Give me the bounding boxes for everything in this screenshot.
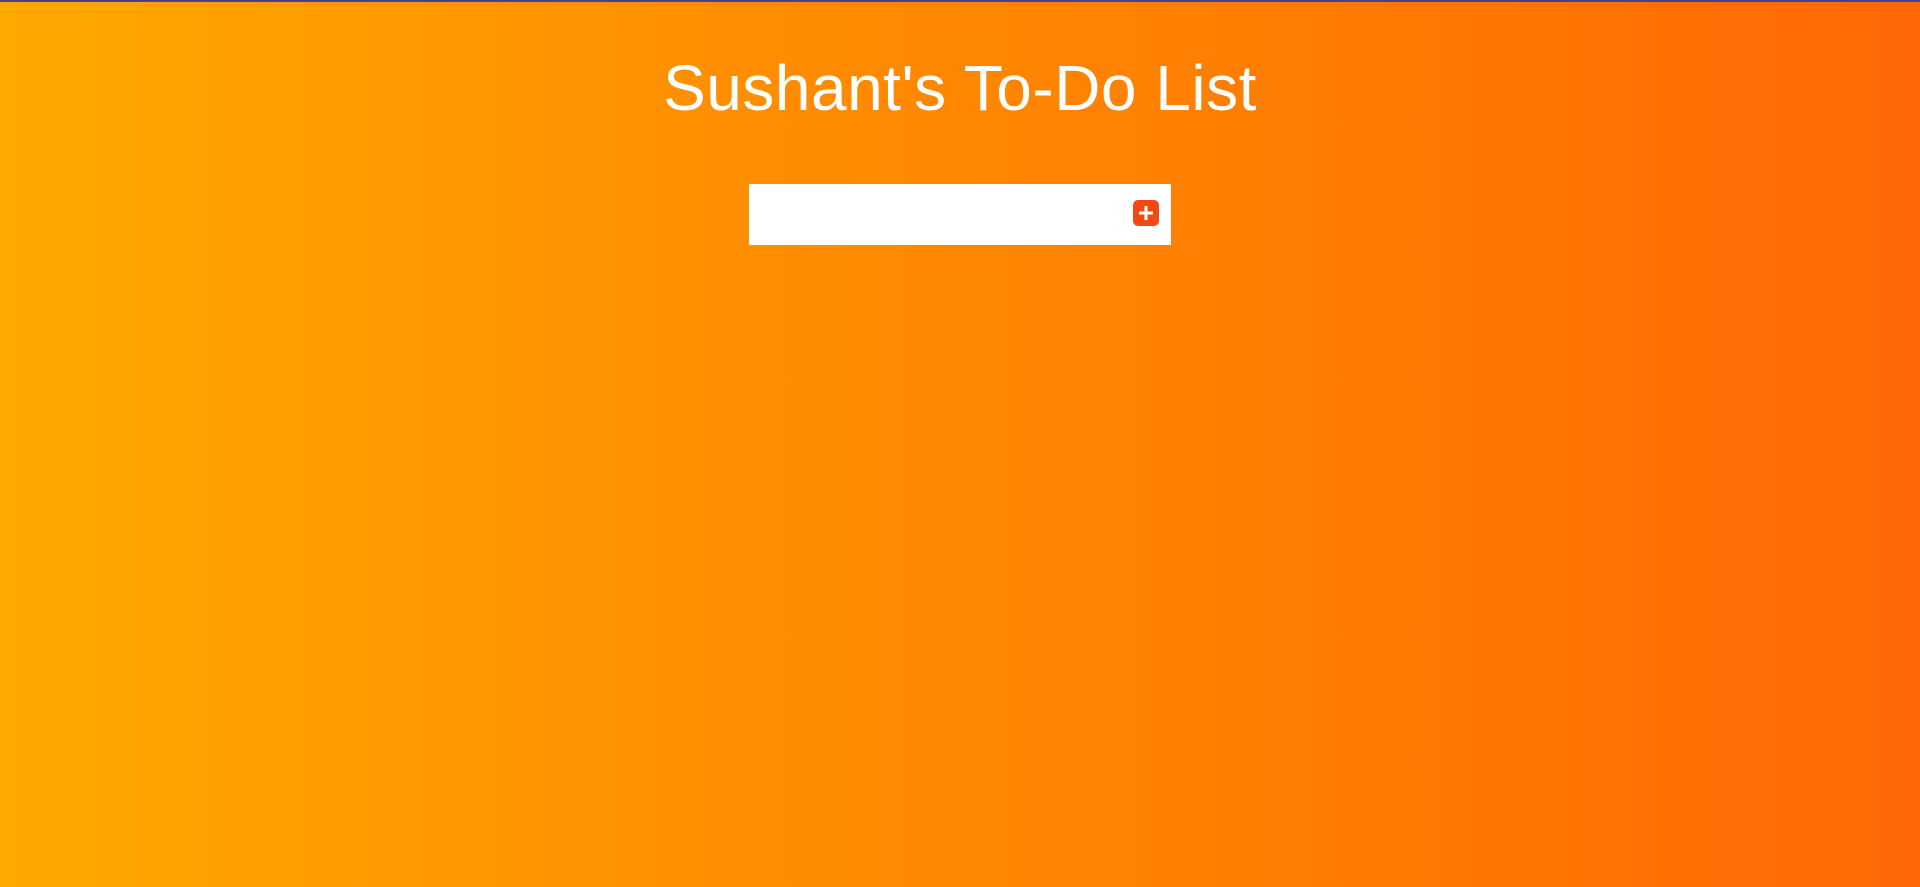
add-task-bar	[749, 184, 1171, 245]
todo-app: Sushant's To-Do List	[0, 0, 1920, 887]
page-title: Sushant's To-Do List	[663, 52, 1257, 124]
task-input[interactable]	[749, 184, 1119, 245]
plus-icon	[1139, 206, 1153, 220]
add-task-button[interactable]	[1133, 200, 1159, 226]
